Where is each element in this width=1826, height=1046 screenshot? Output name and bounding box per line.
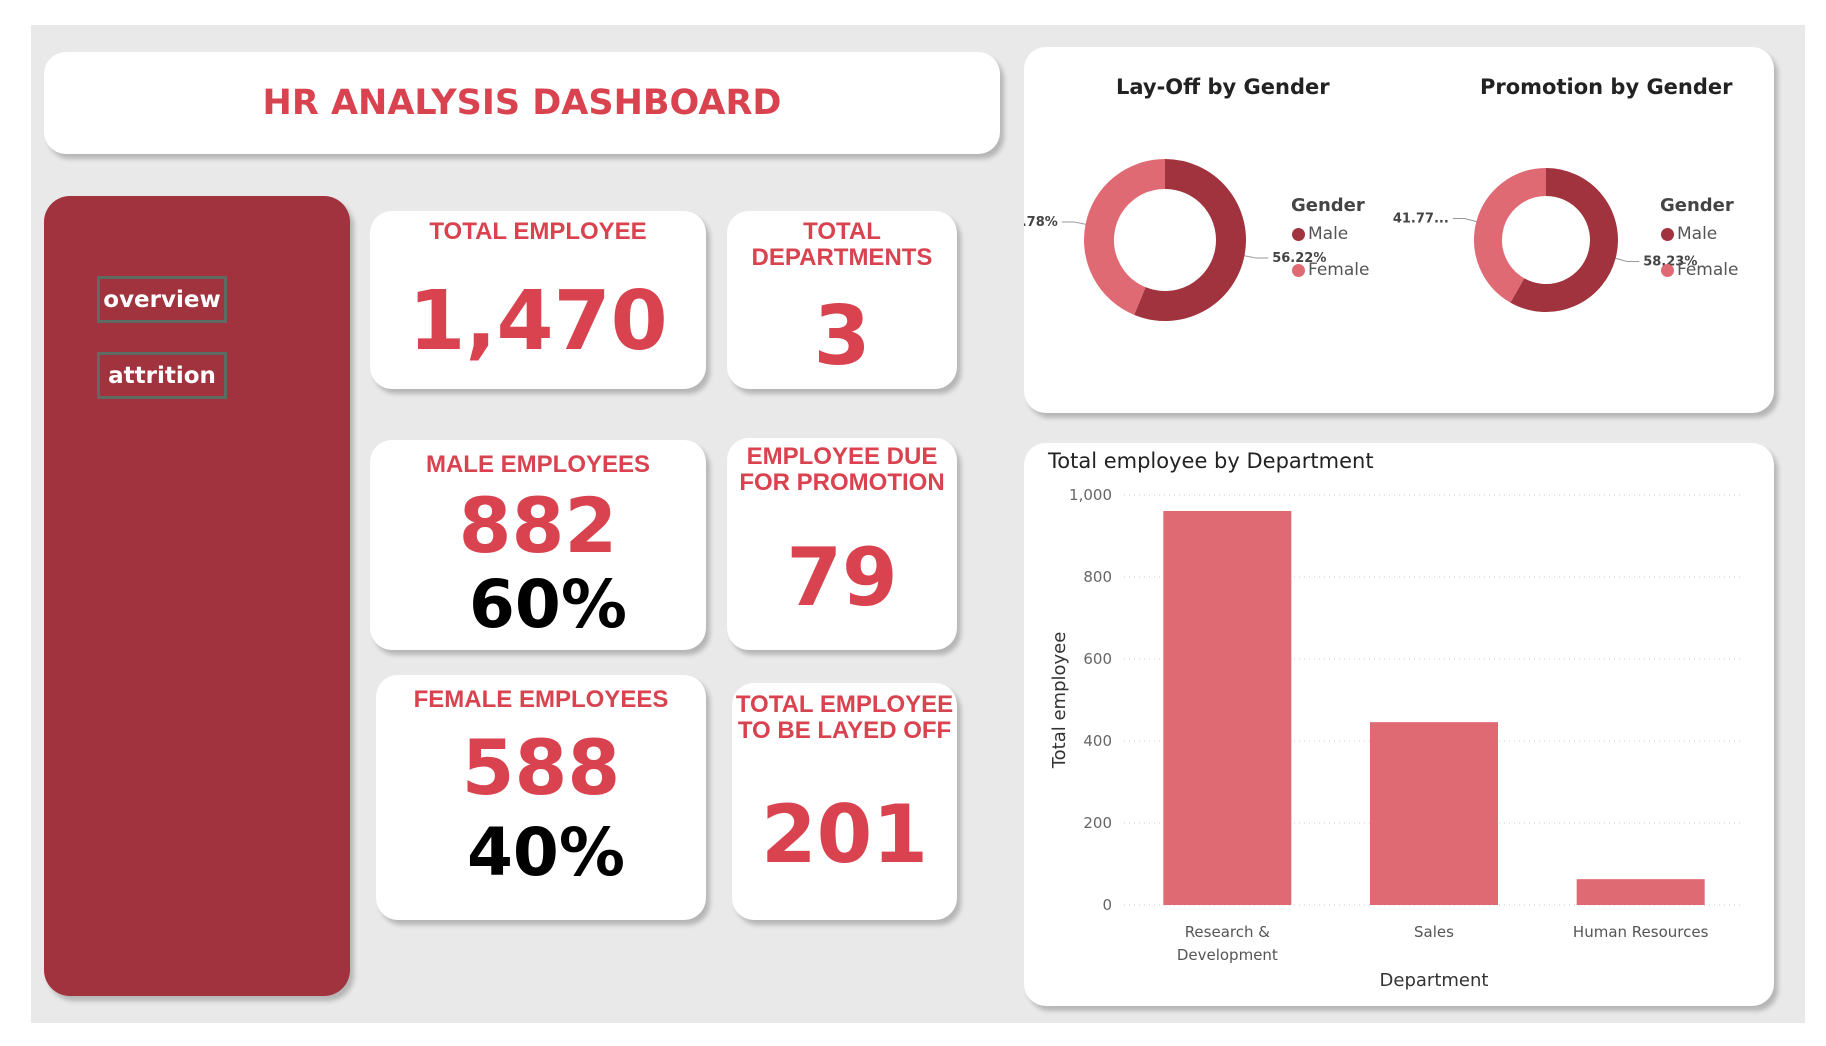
promotion-donut-leader-line <box>1615 257 1640 262</box>
promotion-legend-item-female[interactable]: Female <box>1661 260 1738 280</box>
promotion-donut-value-label: 41.77... <box>1393 212 1449 227</box>
legend-label-female: Female <box>1677 260 1739 280</box>
bar-y-axis-title: Total employee <box>1049 632 1070 770</box>
kpi-total-departments-label-line1: TOTAL <box>803 218 881 245</box>
department-bar-chart-svg: 0 200 400 600 800 1,000 Research & Development S… <box>1049 486 1744 991</box>
kpi-male-employees-card: MALE EMPLOYEES 882 60% <box>370 440 706 650</box>
bar-ytick-label: 400 <box>1083 732 1112 750</box>
bar-xtick-label: Development <box>1177 946 1278 964</box>
legend-dot-male <box>1292 227 1305 241</box>
gender-donuts-card: Lay-Off by Gender Promotion by Gender 56… <box>1024 47 1774 413</box>
kpi-male-employees-value: 882 <box>458 481 618 570</box>
bar-human-resources[interactable] <box>1576 879 1705 905</box>
layoff-donut-slice-female[interactable] <box>1084 159 1166 315</box>
legend-dot-female <box>1661 263 1674 277</box>
kpi-due-promotion-value: 79 <box>786 531 898 624</box>
promotion-donut-slice-female[interactable] <box>1474 168 1547 303</box>
layoff-legend-title: Gender <box>1291 195 1365 216</box>
kpi-layoff-label-line1: TOTAL EMPLOYEE <box>735 691 954 718</box>
department-bar-card: Total employee by Department 0 200 400 600 8… <box>1024 443 1774 1006</box>
bar-ytick-label: 800 <box>1083 568 1112 586</box>
kpi-due-promotion-card: EMPLOYEE DUE FOR PROMOTION 79 <box>727 438 957 650</box>
kpi-female-employees-label: FEMALE EMPLOYEES <box>413 686 669 713</box>
kpi-due-promotion-label-line1: EMPLOYEE DUE <box>746 443 938 470</box>
kpi-female-employees-card: FEMALE EMPLOYEES 588 40% <box>376 675 706 920</box>
layoff-legend-item-male[interactable]: Male <box>1292 224 1348 244</box>
kpi-layoff-label-line2: TO BE LAYED OFF <box>737 717 952 744</box>
bar-xtick-label: Sales <box>1414 923 1454 941</box>
layoff-donut-leader-line <box>1244 255 1269 259</box>
kpi-total-departments-card: TOTAL DEPARTMENTS 3 <box>727 211 957 389</box>
promotion-donut-leader-line <box>1452 218 1477 223</box>
kpi-male-employees-percent: 60% <box>469 566 627 643</box>
kpi-total-departments-value: 3 <box>813 289 871 384</box>
kpi-layoff-card: TOTAL EMPLOYEE TO BE LAYED OFF 201 <box>732 683 957 920</box>
dashboard-title: HR ANALYSIS DASHBOARD <box>262 83 782 123</box>
promotion-legend-item-male[interactable]: Male <box>1661 224 1717 244</box>
nav-attrition-button[interactable]: attrition <box>97 352 227 399</box>
bar-ytick-label: 1,000 <box>1069 486 1112 504</box>
legend-label-female: Female <box>1308 260 1370 280</box>
legend-dot-female <box>1292 263 1305 277</box>
nav-overview-button[interactable]: overview <box>97 276 227 323</box>
promotion-donut-slice-male[interactable] <box>1510 168 1618 312</box>
layoff-legend-item-female[interactable]: Female <box>1292 260 1369 280</box>
legend-label-male: Male <box>1308 224 1349 244</box>
promotion-legend-title: Gender <box>1660 195 1734 216</box>
bar-xtick-label: Research & <box>1185 923 1271 941</box>
kpi-female-employees-percent: 40% <box>467 814 625 891</box>
layoff-donut-leader-line <box>1061 221 1086 225</box>
kpi-layoff-value: 201 <box>761 788 928 881</box>
bar-research-development[interactable] <box>1163 510 1292 905</box>
bar-xtick-label: Human Resources <box>1573 923 1709 941</box>
kpi-due-promotion-label-line2: FOR PROMOTION <box>739 469 945 496</box>
title-card: HR ANALYSIS DASHBOARD <box>44 52 1000 154</box>
kpi-total-employee-label: TOTAL EMPLOYEE <box>429 218 647 245</box>
kpi-male-employees-label: MALE EMPLOYEES <box>425 451 651 478</box>
layoff-donut-slice-male[interactable] <box>1134 159 1246 321</box>
bar-sales[interactable] <box>1370 722 1498 905</box>
bar-ytick-label: 0 <box>1102 896 1112 914</box>
legend-dot-male <box>1661 227 1674 241</box>
kpi-total-employee-value: 1,470 <box>408 274 668 369</box>
sidebar: overview attrition <box>44 196 350 996</box>
legend-label-male: Male <box>1677 224 1718 244</box>
bar-ytick-label: 600 <box>1083 650 1112 668</box>
kpi-total-departments-label-line2: DEPARTMENTS <box>751 244 933 271</box>
kpi-total-employee-card: TOTAL EMPLOYEE 1,470 <box>370 211 706 389</box>
bar-ytick-label: 200 <box>1083 814 1112 832</box>
layoff-donut-value-label: 43.78% <box>1024 215 1058 230</box>
kpi-female-employees-value: 588 <box>461 723 621 812</box>
bar-x-axis-title: Department <box>1380 970 1489 991</box>
